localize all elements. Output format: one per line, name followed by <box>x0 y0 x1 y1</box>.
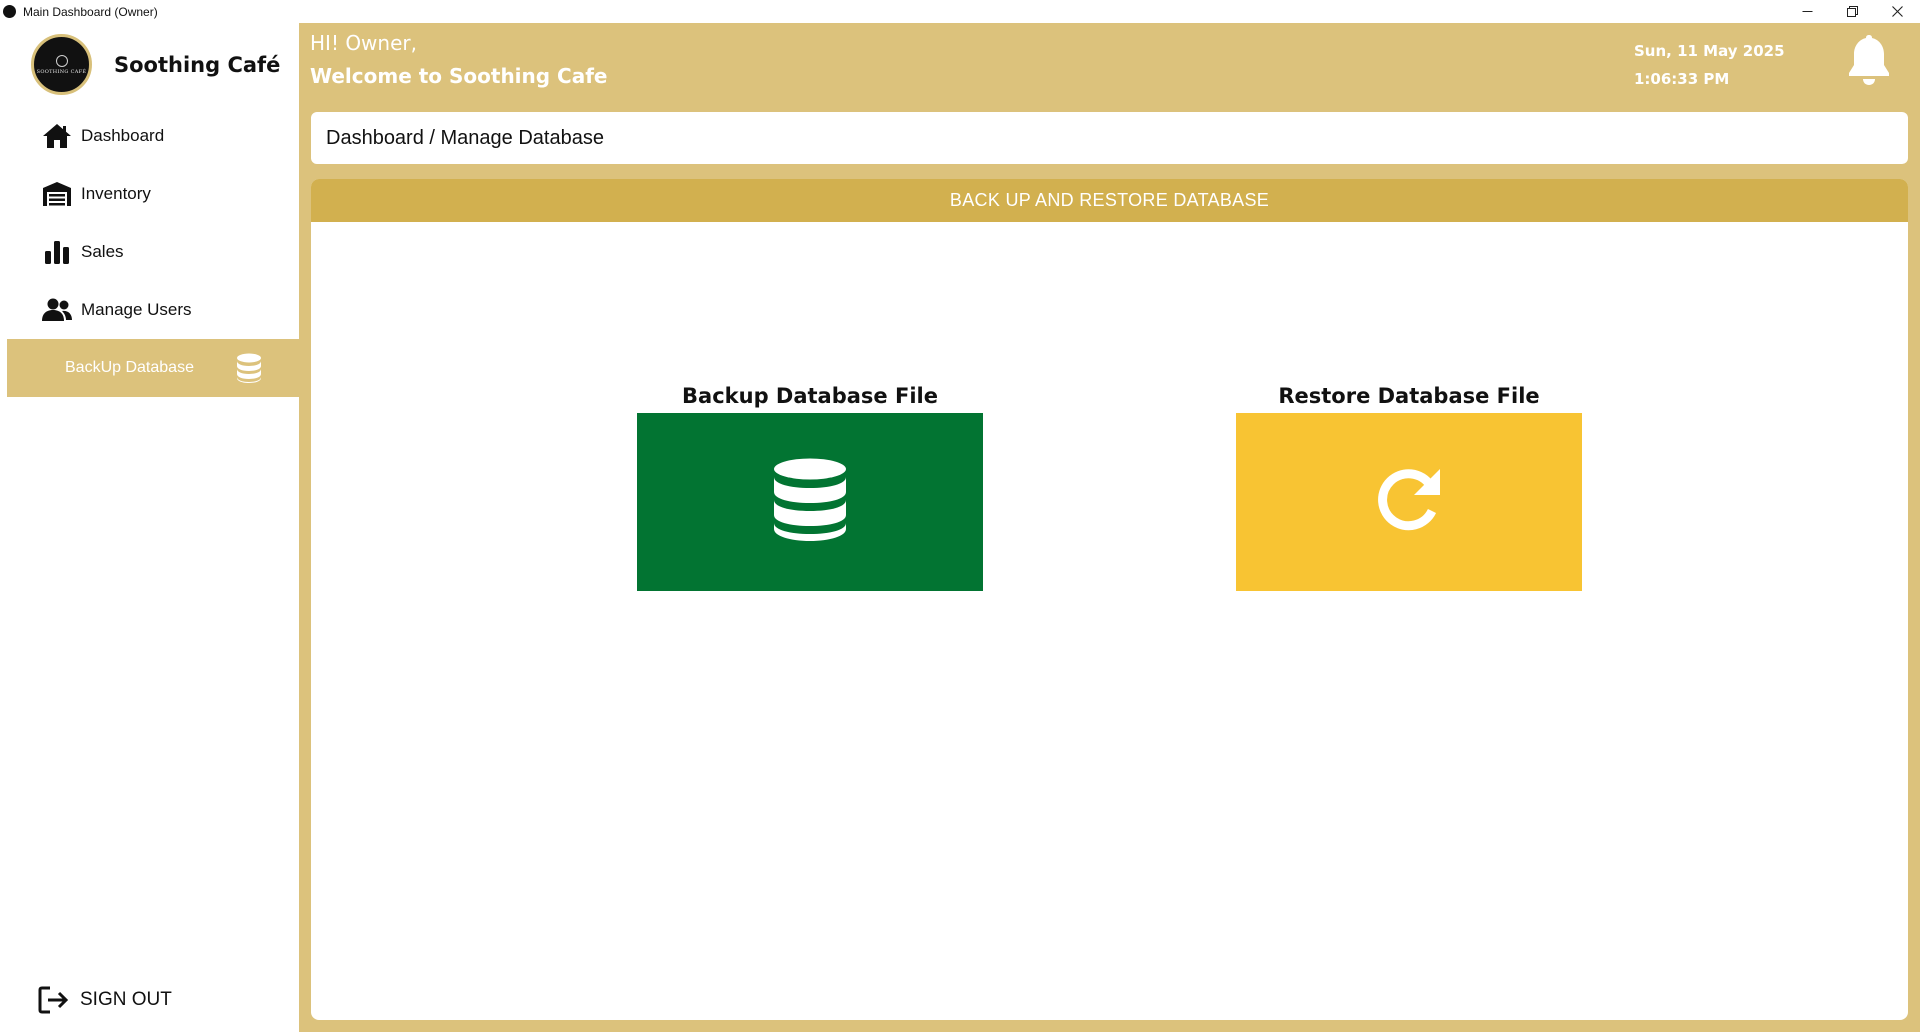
home-icon <box>42 121 72 151</box>
bell-icon[interactable] <box>1844 32 1894 86</box>
backup-card: Backup Database File <box>637 379 983 591</box>
breadcrumb: Dashboard / Manage Database <box>311 112 1908 164</box>
restore-title: Restore Database File <box>1278 384 1540 408</box>
users-icon <box>42 295 72 325</box>
minimize-icon[interactable] <box>1785 0 1830 23</box>
app-icon <box>3 5 16 18</box>
refresh-icon <box>1374 465 1444 539</box>
backup-title: Backup Database File <box>682 384 938 408</box>
datetime: Sun, 11 May 2025 1:06:33 PM <box>1634 37 1785 93</box>
cafe-logo: SOOTHING CAFÉ <box>31 34 92 95</box>
close-icon[interactable] <box>1875 0 1920 23</box>
logo-text: SOOTHING CAFÉ <box>36 68 87 75</box>
warehouse-icon <box>42 179 72 209</box>
sidebar-item-inventory[interactable]: Inventory <box>7 165 299 223</box>
window-controls <box>1785 0 1920 23</box>
sidebar-item-label: Sales <box>81 242 124 261</box>
sign-out-icon <box>38 986 70 1014</box>
welcome-text: Welcome to Soothing Cafe <box>310 64 608 88</box>
sidebar-nav: Dashboard Inventory Sales Manage Users B… <box>7 107 299 397</box>
database-icon <box>773 458 847 546</box>
sidebar-item-label: BackUp Database <box>65 359 194 376</box>
sidebar-item-label: Manage Users <box>81 300 192 319</box>
window-title: Main Dashboard (Owner) <box>23 4 158 19</box>
brand-name: Soothing Café <box>114 52 281 77</box>
greeting-text: HI! Owner, <box>310 31 417 55</box>
logo-emblem-icon <box>55 54 68 67</box>
backup-restore-panel: BACK UP AND RESTORE DATABASE Backup Data… <box>311 179 1908 1020</box>
database-icon <box>234 353 264 383</box>
sidebar-item-backup-database[interactable]: BackUp Database <box>7 339 299 397</box>
sidebar-item-manage-users[interactable]: Manage Users <box>7 281 299 339</box>
sidebar: SOOTHING CAFÉ Soothing Café Dashboard In… <box>0 23 299 1032</box>
restore-database-button[interactable] <box>1236 413 1582 591</box>
brand: SOOTHING CAFÉ Soothing Café <box>31 34 280 95</box>
sidebar-item-sales[interactable]: Sales <box>7 223 299 281</box>
panel-title: BACK UP AND RESTORE DATABASE <box>311 179 1908 222</box>
main-area: HI! Owner, Welcome to Soothing Cafe Sun,… <box>299 23 1920 1032</box>
window-titlebar: Main Dashboard (Owner) <box>0 0 1920 23</box>
sidebar-item-label: Inventory <box>81 184 151 203</box>
restore-icon[interactable] <box>1830 0 1875 23</box>
sidebar-item-dashboard[interactable]: Dashboard <box>7 107 299 165</box>
sign-out-button[interactable]: SIGN OUT <box>38 986 172 1014</box>
restore-card: Restore Database File <box>1236 379 1582 591</box>
sign-out-label: SIGN OUT <box>80 989 172 1010</box>
time-text: 1:06:33 PM <box>1634 70 1730 88</box>
date-text: Sun, 11 May 2025 <box>1634 42 1785 60</box>
backup-database-button[interactable] <box>637 413 983 591</box>
sidebar-item-label: Dashboard <box>81 126 165 145</box>
bar-chart-icon <box>42 237 72 267</box>
